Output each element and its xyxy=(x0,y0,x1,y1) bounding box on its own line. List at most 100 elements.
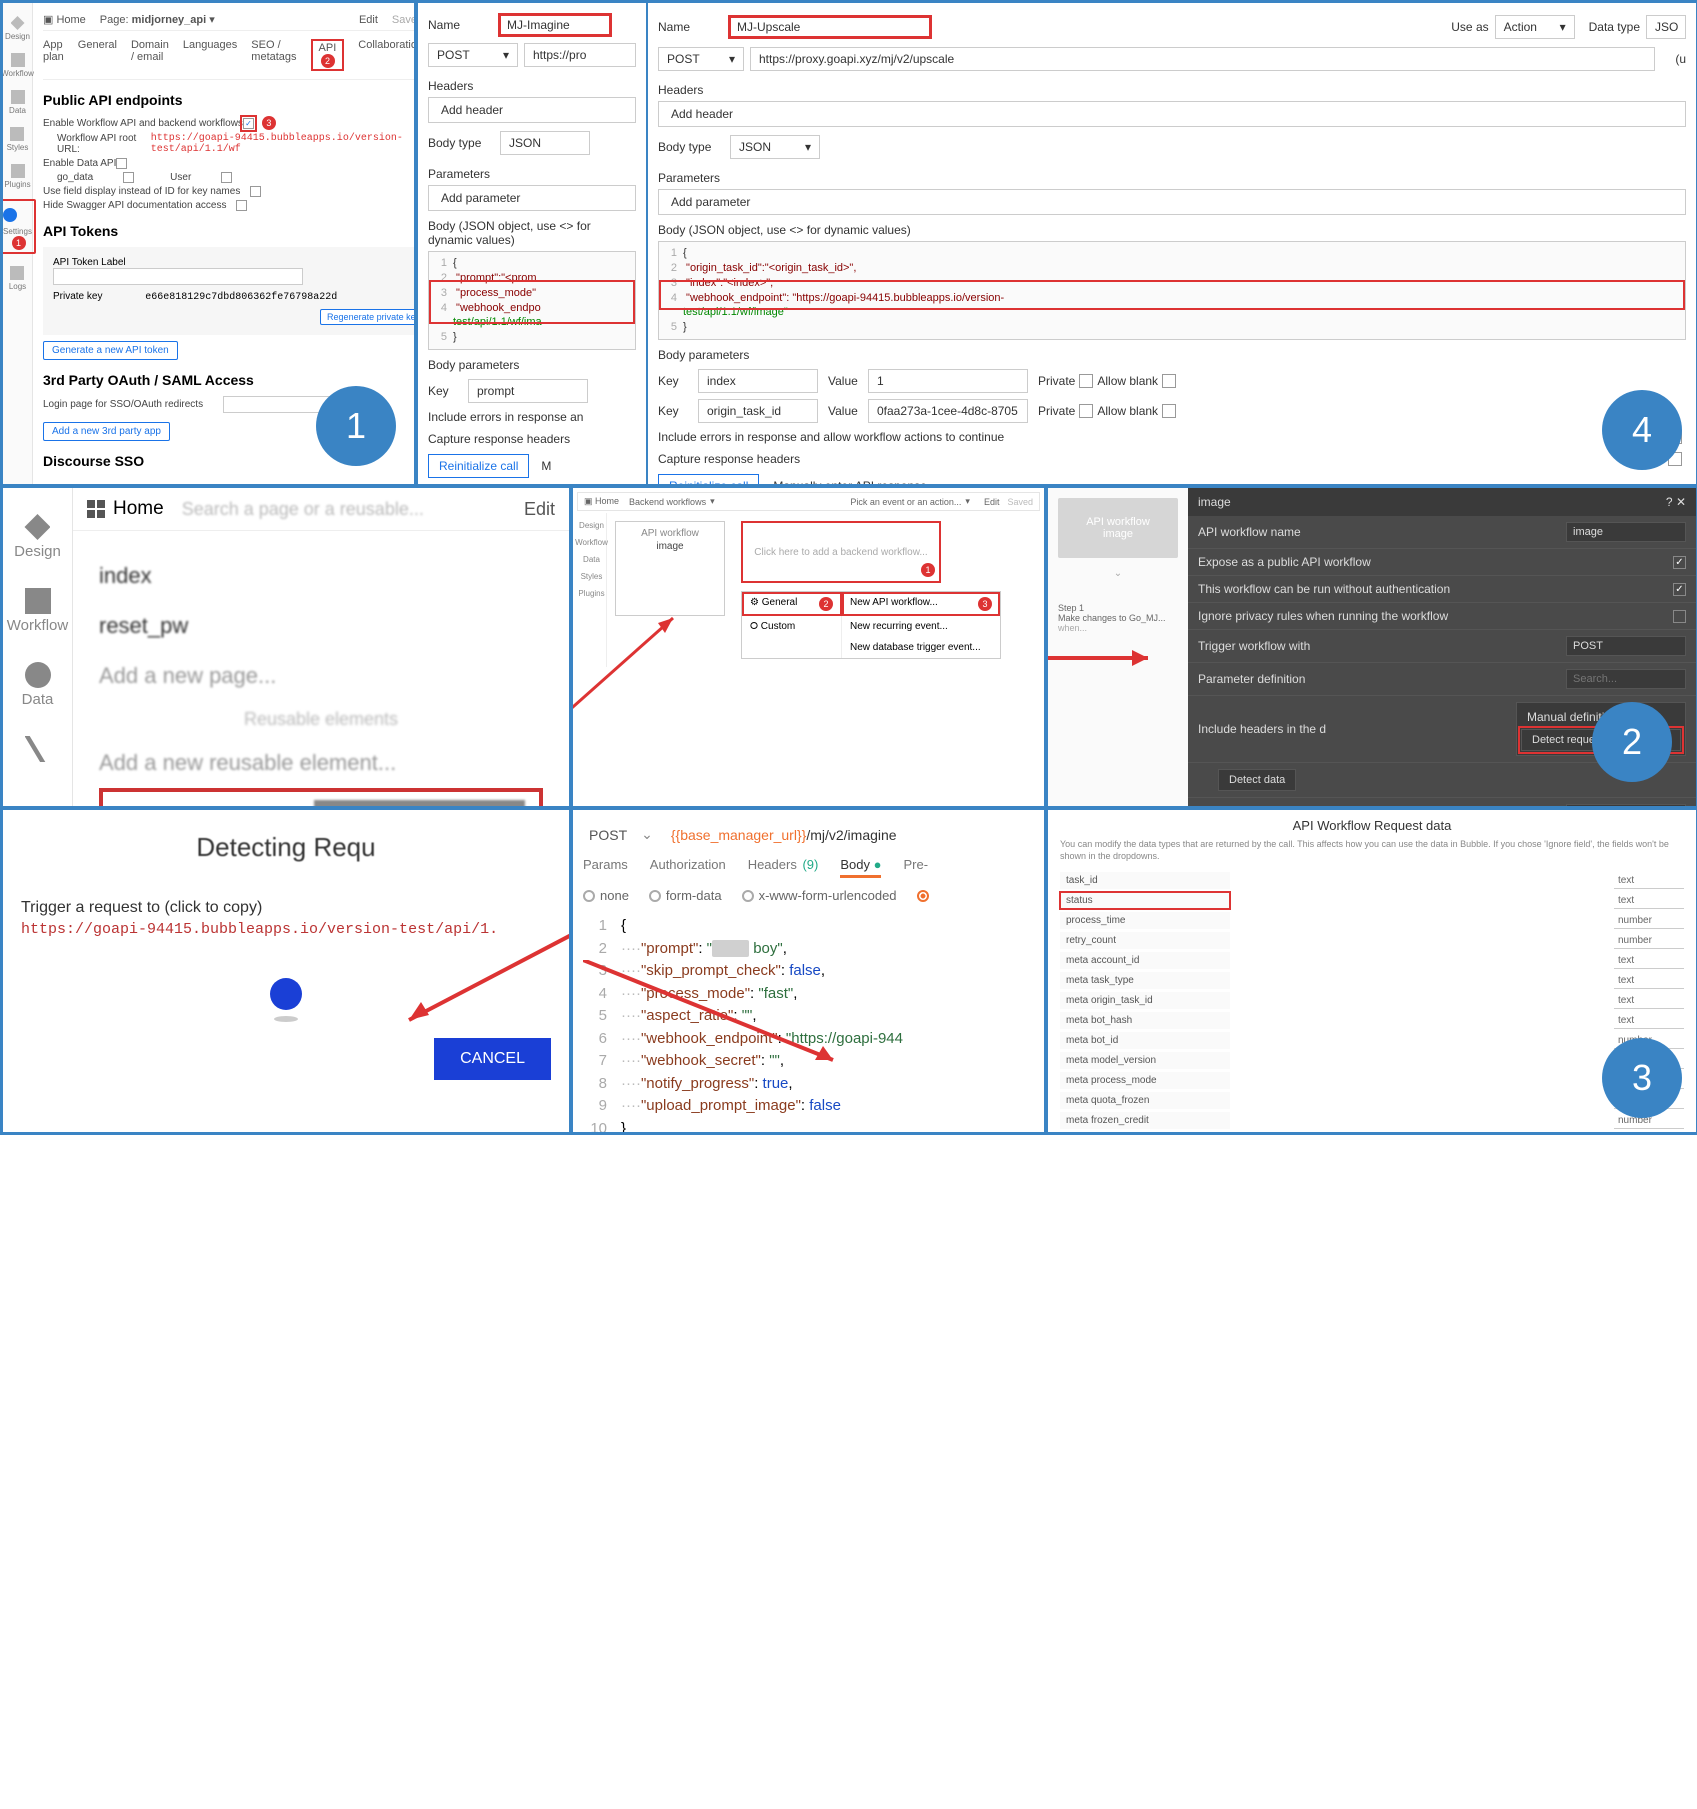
add-page[interactable]: Add a new page... xyxy=(99,651,543,701)
menu-new-api-workflow[interactable]: New API workflow...3 xyxy=(842,592,1000,616)
field-row: meta account_id text xyxy=(1060,952,1684,969)
tab-api[interactable]: API2 xyxy=(311,39,345,71)
topbar: ▣ Home Page: midjorney_api ▾ Edit Saved xyxy=(43,9,416,31)
field-row: meta model_versiontext xyxy=(1060,1052,1684,1069)
url-input[interactable]: https://pro xyxy=(524,43,636,67)
field-name: meta created_at xyxy=(1060,1132,1230,1134)
field-name: task_id xyxy=(1060,872,1230,889)
field-row: meta process_modetext xyxy=(1060,1072,1684,1089)
add-header-button[interactable]: Add header xyxy=(428,97,636,123)
field-type-select[interactable]: text xyxy=(1614,993,1684,1009)
panel-page-search: Design Workflow Data Home Search a page … xyxy=(1,486,571,808)
data-icon xyxy=(25,662,51,688)
add-parameter-button[interactable]: Add parameter xyxy=(658,189,1686,215)
request-tabs: Params Authorization Headers (9) Body ● … xyxy=(583,851,1034,880)
workflow-name-input[interactable] xyxy=(1566,522,1686,542)
field-row: meta task_type text xyxy=(1060,972,1684,989)
heading-public-api: Public API endpoints xyxy=(43,92,416,108)
request-url-bar[interactable]: POST ⌄ {{base_manager_url}}/mj/v2/imagin… xyxy=(583,818,1034,851)
home-button[interactable]: Home xyxy=(87,498,164,520)
add-reusable[interactable]: Add a new reusable element... xyxy=(99,738,543,788)
api-name-imagine[interactable]: MJ-Imagine xyxy=(500,15,610,35)
reinitialize-button[interactable]: Reinitialize call xyxy=(658,474,759,486)
add-3rd-party-button[interactable]: Add a new 3rd party app xyxy=(43,422,170,441)
checkbox-expose-public[interactable] xyxy=(1673,556,1686,569)
styles-icon xyxy=(25,736,51,762)
backend-workflows-item[interactable]: Backend workflows?See reference → xyxy=(99,788,543,808)
spinner-icon xyxy=(270,978,302,1010)
reinitialize-button[interactable]: Reinitialize call xyxy=(428,454,529,478)
field-type-select[interactable]: number xyxy=(1614,913,1684,929)
checkbox-no-auth[interactable] xyxy=(1673,583,1686,596)
api-token-label-input[interactable] xyxy=(53,268,303,285)
close-icon[interactable]: ✕ xyxy=(1676,495,1686,509)
method-select[interactable]: POST ▾ xyxy=(658,47,744,71)
regenerate-key-button[interactable]: Regenerate private key xyxy=(320,309,416,325)
field-row: task_id text xyxy=(1060,872,1684,889)
design-icon xyxy=(24,514,50,540)
generate-new-token-button[interactable]: Generate a new API token xyxy=(43,341,178,360)
method-select[interactable]: POST ▾ xyxy=(428,43,518,67)
url-input[interactable]: https://proxy.goapi.xyz/mj/v2/upscale xyxy=(750,47,1655,71)
add-parameter-button[interactable]: Add parameter xyxy=(428,185,636,211)
home-icon[interactable]: ▣ Home xyxy=(43,13,86,26)
page-item[interactable]: reset_pw xyxy=(99,601,543,651)
panel-postman-request: POST ⌄ {{base_manager_url}}/mj/v2/imagin… xyxy=(571,808,1046,1134)
field-name: meta task_type xyxy=(1060,972,1230,989)
workflow-card[interactable]: API workflow image xyxy=(615,521,725,616)
field-type-select[interactable]: text xyxy=(1614,893,1684,909)
tab-body[interactable]: Body ● xyxy=(840,857,881,878)
field-name: process_time xyxy=(1060,912,1230,929)
field-name: meta process_mode xyxy=(1060,1072,1230,1089)
page-search-input[interactable]: Search a page or a reusable... xyxy=(182,499,506,520)
editor-sidenav: Design Workflow Data Styles Plugins Sett… xyxy=(3,3,33,484)
add-backend-workflow[interactable]: Click here to add a backend workflow...1 xyxy=(741,521,941,583)
field-type-select[interactable]: text xyxy=(1614,953,1684,969)
field-type-select[interactable]: text xyxy=(1614,873,1684,889)
field-name: meta model_version xyxy=(1060,1052,1230,1069)
panel-request-data-types: API Workflow Request data You can modify… xyxy=(1046,808,1697,1134)
field-name: meta frozen_credit xyxy=(1060,1112,1230,1129)
detect-data-button[interactable]: Detect data xyxy=(1218,769,1296,791)
sidenav-settings[interactable]: Settings1 xyxy=(1,199,36,254)
chevron-down-icon: ⌄ xyxy=(1058,568,1178,579)
step-badge-1: 1 xyxy=(921,563,935,577)
field-name: retry_count xyxy=(1060,932,1230,949)
field-row: statustext xyxy=(1060,892,1684,909)
request-body-editor[interactable]: 1{ 2····"prompt": "▮▮▮▮ boy", 3····"skip… xyxy=(583,911,1034,1134)
add-header-button[interactable]: Add header xyxy=(658,101,1686,127)
workflow-card[interactable]: API workflowimage xyxy=(1058,498,1178,558)
home-icon[interactable]: ▣ Home xyxy=(584,496,619,507)
page-item[interactable]: index xyxy=(99,551,543,601)
checkbox-enable-workflow-api[interactable]: ✓ xyxy=(243,118,254,129)
step-badge-2: 2 xyxy=(321,54,335,68)
modal-title: Detecting Requ xyxy=(21,832,551,863)
step-badge-1: 1 xyxy=(12,236,26,250)
see-reference-button[interactable]: ?See reference → xyxy=(314,800,525,808)
cancel-button[interactable]: CANCEL xyxy=(434,1038,551,1080)
field-row: meta frozen_creditnumber xyxy=(1060,1112,1684,1129)
field-type-select[interactable]: number xyxy=(1614,933,1684,949)
body-json-editor[interactable]: 1{ 2 "prompt":"<prom 3 "process_mode" 4 … xyxy=(428,251,636,350)
diagram-badge-4: 4 xyxy=(1602,390,1682,470)
field-type-select[interactable]: text xyxy=(1614,973,1684,989)
field-row: process_time number xyxy=(1060,912,1684,929)
workflow-api-root-url: https://goapi-94415.bubbleapps.io/versio… xyxy=(151,133,416,155)
field-name: meta account_id xyxy=(1060,952,1230,969)
api-name-upscale[interactable]: MJ-Upscale xyxy=(730,17,930,37)
field-row: meta bot_idnumber xyxy=(1060,1032,1684,1049)
field-type-select[interactable]: text xyxy=(1614,1013,1684,1029)
method-select[interactable]: POST xyxy=(589,827,627,843)
gear-icon xyxy=(3,208,17,222)
help-icon[interactable]: ? xyxy=(1666,495,1673,509)
field-row: meta quota_frozennumber xyxy=(1060,1092,1684,1109)
bodytype-select[interactable]: JSON ▾ xyxy=(730,135,820,159)
checkbox-enable-data-api[interactable] xyxy=(116,158,127,169)
bodytype-select[interactable]: JSON xyxy=(500,131,590,155)
field-name: meta bot_hash xyxy=(1060,1012,1230,1029)
chevron-down-icon[interactable]: ⌄ xyxy=(641,826,653,843)
trigger-url[interactable]: https://goapi-94415.bubbleapps.io/versio… xyxy=(21,921,551,938)
field-row: retry_count number xyxy=(1060,932,1684,949)
body-json-editor[interactable]: 1{ 2 "origin_task_id":"<origin_task_id>"… xyxy=(658,241,1686,340)
diagram-badge-3: 3 xyxy=(1602,1038,1682,1118)
